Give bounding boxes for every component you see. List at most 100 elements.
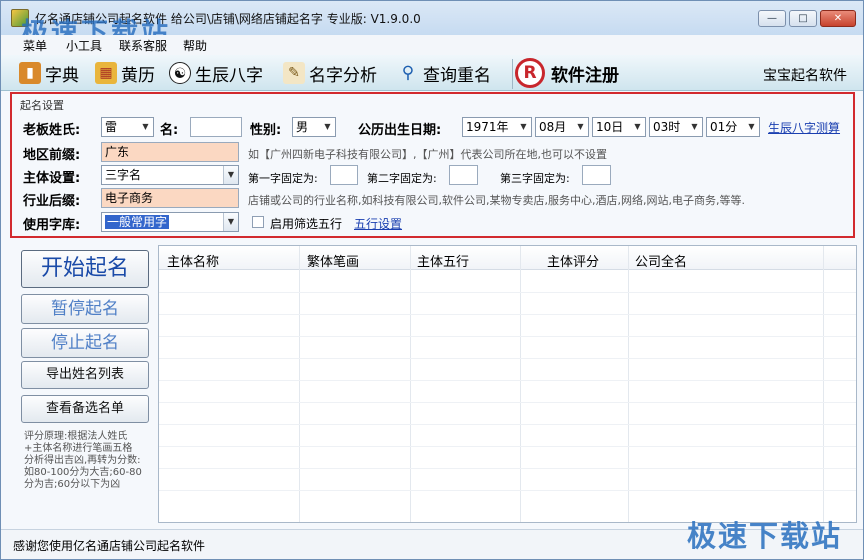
first-char-fixed-label: 第一字固定为: [248,172,318,185]
charset-label: 使用字库: [23,218,81,233]
subject-setting-label: 主体设置: [23,171,81,186]
industry-suffix-input[interactable]: 电子商务 [101,188,239,208]
column-header-strokes[interactable]: 繁体笔画 [307,251,359,270]
industry-suffix-hint: 店铺或公司的行业名称,如科技有限公司,软件公司,某物专卖店,服务中心,酒店,网络… [248,194,745,207]
toolbar-duplicate-search-label: 查询重名 [423,65,491,86]
row-divider [159,490,856,491]
birth-year-value: 1971年 [466,120,509,134]
maximize-button[interactable]: □ [789,10,817,27]
chevron-down-icon: ▼ [691,122,698,131]
row-divider [159,358,856,359]
column-header-wuxing[interactable]: 主体五行 [417,251,469,270]
birth-minute-select[interactable]: 01分 ▼ [706,117,760,137]
birth-month-select[interactable]: 08月 ▼ [535,117,589,137]
third-char-fixed-input[interactable] [582,165,611,185]
charset-value: 一般常用字 [105,215,170,229]
subject-setting-select[interactable]: 三字名 ▼ [101,165,239,185]
second-char-fixed-input[interactable] [449,165,478,185]
birth-day-select[interactable]: 10日 ▼ [592,117,646,137]
birth-hour-value: 03时 [653,120,681,134]
surname-select[interactable]: 雷 ▼ [101,117,154,137]
toolbar-dictionary-label: 字典 [45,65,79,86]
region-prefix-input[interactable]: 广东 [101,142,239,162]
toolbar-separator [512,59,513,89]
wuxing-filter-label: 启用筛选五行 [270,217,343,231]
toolbar-register-label: 软件注册 [551,65,619,86]
yin-yang-icon: ☯ [169,62,191,84]
toolbar-name-analysis-button[interactable]: ✎ 名字分析 [283,60,377,86]
column-header-score[interactable]: 主体评分 [547,251,599,270]
region-prefix-label: 地区前缀: [23,148,81,163]
row-divider [159,424,856,425]
third-char-fixed-label: 第三字固定为: [500,172,570,185]
toolbar-duplicate-search-button[interactable]: ⚲ 查询重名 [397,60,491,86]
wuxing-filter-checkbox[interactable] [252,216,264,228]
chevron-down-icon: ▼ [577,122,584,131]
first-char-fixed-input[interactable] [330,165,358,185]
calendar-icon: ▦ [95,62,117,84]
bazi-calculation-link[interactable]: 生辰八字测算 [768,119,840,136]
toolbar-name-analysis-label: 名字分析 [309,65,377,86]
results-table[interactable]: 主体名称 繁体笔画 主体五行 主体评分 公司全名 [158,245,857,523]
birth-date-label: 公历出生日期: [358,123,442,138]
charset-select[interactable]: 一般常用字 ▼ [101,212,239,232]
region-prefix-hint: 如【广州四新电子科技有限公司】,【广州】代表公司所在地,也可以不设置 [248,148,607,161]
gender-select[interactable]: 男 ▼ [292,117,336,137]
surname-label: 老板姓氏: [23,123,81,138]
toolbar-almanac-button[interactable]: ▦ 黄历 [95,60,155,86]
chevron-down-icon: ▼ [223,166,238,184]
column-header-full-name[interactable]: 公司全名 [635,251,687,270]
settings-legend: 起名设置 [20,99,64,112]
menu-help[interactable]: 帮助 [183,37,207,54]
table-header: 主体名称 繁体笔画 主体五行 主体评分 公司全名 [159,246,856,270]
column-header-subject-name[interactable]: 主体名称 [167,251,219,270]
row-divider [159,468,856,469]
menu-main[interactable]: 菜单 [23,37,47,54]
birth-hour-select[interactable]: 03时 ▼ [649,117,703,137]
close-button[interactable]: ✕ [820,10,856,27]
surname-value: 雷 [105,120,118,134]
gender-label: 性别: [250,123,282,138]
menu-contact[interactable]: 联系客服 [119,37,167,54]
column-divider [299,246,300,522]
export-name-list-button[interactable]: 导出姓名列表 [21,361,149,389]
book-icon: ▮ [19,62,41,84]
wuxing-settings-link[interactable]: 五行设置 [354,215,402,232]
birth-year-select[interactable]: 1971年 ▼ [462,117,532,137]
pause-naming-button[interactable]: 暂停起名 [21,294,149,324]
application-window: 亿名通店铺公司起名软件 给公司\店铺\网络店铺起名字 专业版: V1.9.0.0… [0,0,864,560]
register-icon: R [515,58,545,88]
scoring-principle-text: 评分原理:根据法人姓氏+主体名称进行笔画五格分析得出吉凶,再转为分数:如80-1… [24,431,142,490]
toolbar: ▮ 字典 ▦ 黄历 ☯ 生辰八字 ✎ 名字分析 ⚲ 查询重名 R 软件注册 宝宝… [1,55,863,91]
birth-minute-value: 01分 [710,120,738,134]
toolbar-register-button[interactable]: R 软件注册 [515,57,619,89]
given-name-input[interactable] [190,117,242,137]
chevron-down-icon: ▼ [634,122,641,131]
row-divider [159,402,856,403]
gender-value: 男 [296,120,309,134]
row-divider [159,336,856,337]
row-divider [159,314,856,315]
row-divider [159,446,856,447]
toolbar-dictionary-button[interactable]: ▮ 字典 [19,60,79,86]
column-divider [823,246,824,522]
clipboard-icon: ✎ [283,62,305,84]
action-panel: 开始起名 暂停起名 停止起名 导出姓名列表 查看备选名单 评分原理:根据法人姓氏… [1,245,157,531]
chevron-down-icon: ▼ [223,213,238,231]
second-char-fixed-label: 第二字固定为: [367,172,437,185]
baby-naming-link[interactable]: 宝宝起名软件 [763,65,847,85]
birth-day-value: 10日 [596,120,624,134]
menu-tools[interactable]: 小工具 [66,37,102,54]
minimize-button[interactable]: — [758,10,786,27]
status-text: 感谢您使用亿名通店铺公司起名软件 [13,539,206,553]
stop-naming-button[interactable]: 停止起名 [21,328,149,358]
column-divider [410,246,411,522]
menu-bar: 菜单 小工具 联系客服 帮助 [1,35,863,55]
subject-setting-value: 三字名 [105,168,142,182]
start-naming-button[interactable]: 开始起名 [21,250,149,288]
toolbar-bazi-label: 生辰八字 [195,65,263,86]
toolbar-almanac-label: 黄历 [121,65,155,86]
toolbar-bazi-button[interactable]: ☯ 生辰八字 [169,60,263,86]
view-shortlist-button[interactable]: 查看备选名单 [21,395,149,423]
birth-month-value: 08月 [539,120,567,134]
